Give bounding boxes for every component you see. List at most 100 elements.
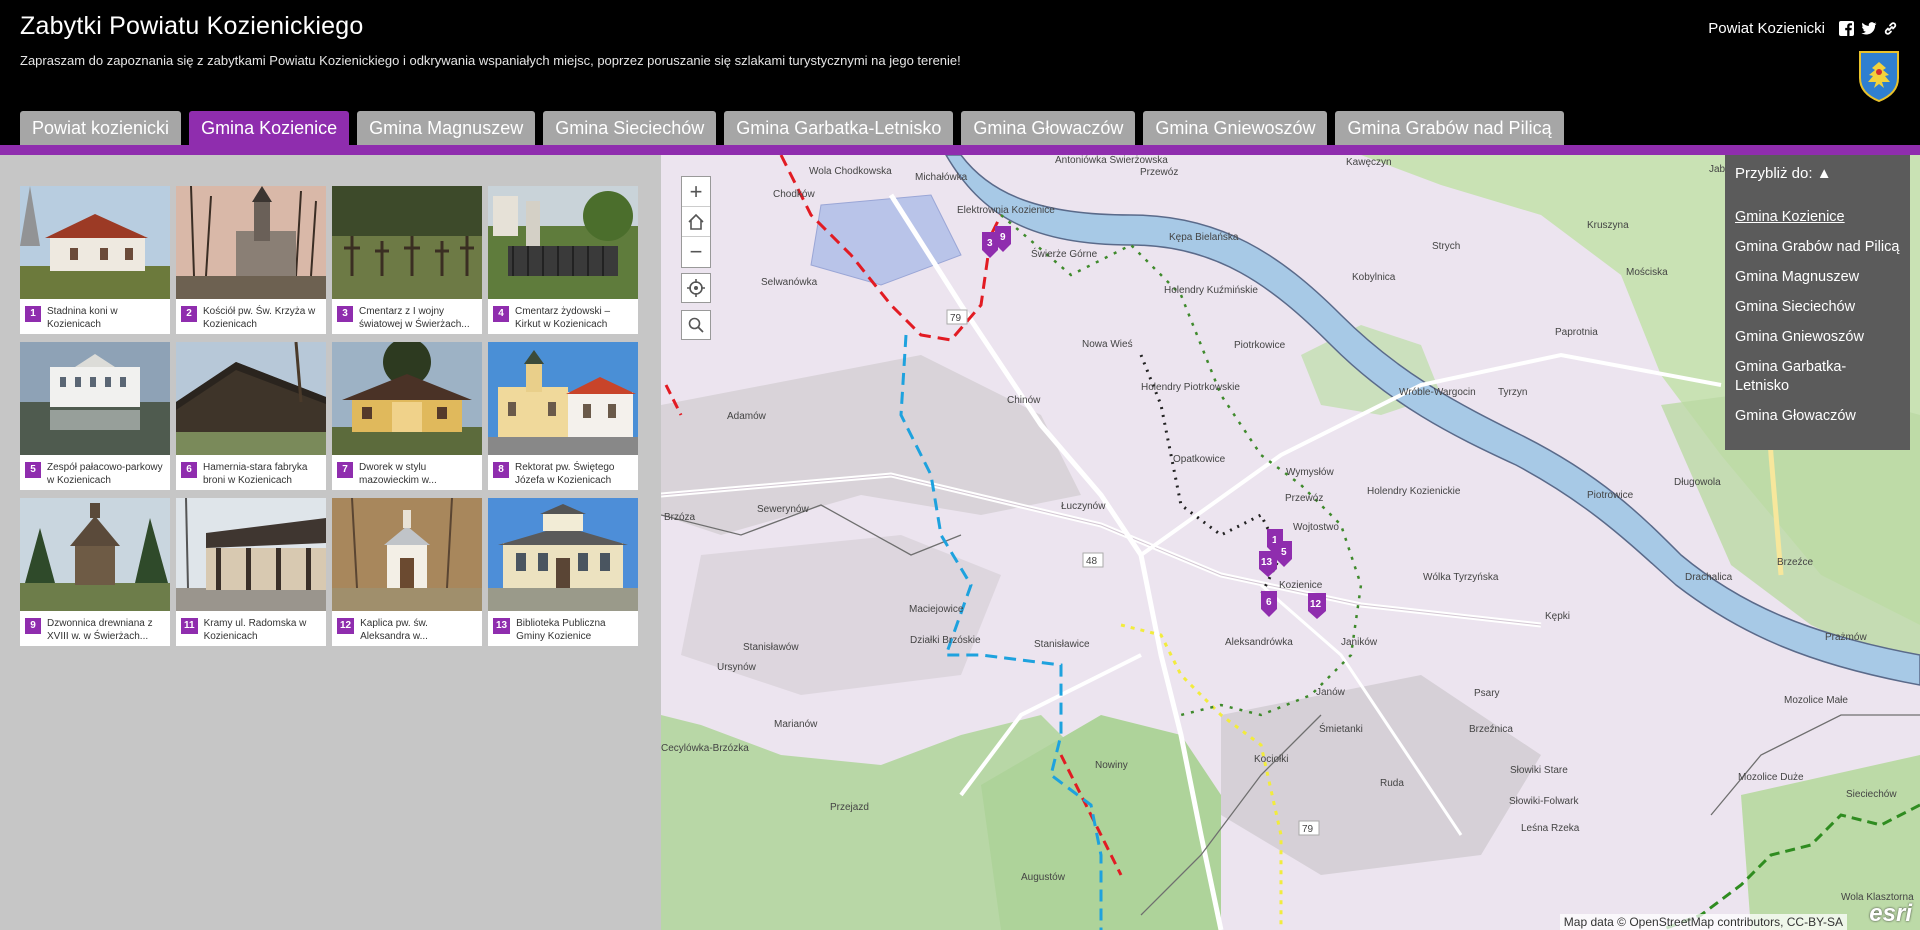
zoom-to-list: Gmina Kozienice Gmina Grabów nad Pilicą … [1725, 182, 1910, 426]
zoom-to-heading[interactable]: Przybliż do: ▲ [1725, 155, 1910, 182]
monument-number: 1 [25, 306, 41, 322]
svg-text:Nowa Wieś: Nowa Wieś [1082, 339, 1133, 350]
map-marker[interactable]: 6 [1261, 591, 1277, 617]
monument-number: 11 [181, 618, 198, 634]
monument-label: Kaplica pw. św. Aleksandra w... [360, 618, 428, 642]
zoom-to-item[interactable]: Gmina Sieciechów [1735, 298, 1900, 317]
svg-text:Kawęczyn: Kawęczyn [1346, 157, 1392, 168]
gallery-card[interactable]: 5 Zespół pałacowo-parkowy w Kozienicach [20, 342, 170, 490]
monument-photo [176, 186, 326, 299]
gallery-card[interactable]: 12 Kaplica pw. św. Aleksandra w... [332, 498, 482, 646]
svg-text:Brzeźce: Brzeźce [1777, 557, 1814, 568]
zoom-in-button[interactable]: + [682, 177, 710, 207]
gallery-card[interactable]: 3 Cmentarz z I wojny światowej w Świerżac… [332, 186, 482, 334]
esri-logo: esri [1869, 900, 1912, 927]
page-subtitle: Zapraszam do zapoznania się z zabytkami … [20, 53, 961, 68]
zoom-to-item[interactable]: Gmina Gniewoszów [1735, 328, 1900, 347]
monument-label: Stadnina koni w Kozienicach [47, 306, 118, 330]
svg-text:Mozolice Małe: Mozolice Małe [1784, 695, 1848, 706]
monument-label: Zespół pałacowo-parkowy w Kozienicach [47, 462, 163, 486]
svg-text:3: 3 [987, 238, 993, 249]
svg-text:13: 13 [1261, 557, 1273, 568]
gallery-card[interactable]: 7 Dworek w stylu mazowieckim w... [332, 342, 482, 490]
svg-text:Brzóza: Brzóza [664, 512, 696, 523]
facebook-icon[interactable] [1839, 21, 1854, 36]
monument-number: 6 [181, 462, 197, 478]
gallery-card[interactable]: 1 Stadnina koni w Kozienicach [20, 186, 170, 334]
svg-text:Leśna Rzeka: Leśna Rzeka [1521, 823, 1580, 834]
monument-number: 8 [493, 462, 509, 478]
tab-gmina-kozienice[interactable]: Gmina Kozienice [189, 111, 350, 145]
gallery-card[interactable]: 6 Hamernia-stara fabryka broni w Kozienic… [176, 342, 326, 490]
svg-text:Przejazd: Przejazd [830, 802, 869, 813]
tab-gmina-magnuszew[interactable]: Gmina Magnuszew [357, 111, 536, 145]
locate-button[interactable] [681, 273, 711, 303]
zoom-out-button[interactable]: − [682, 237, 710, 267]
svg-text:Paprotnia: Paprotnia [1555, 327, 1598, 338]
monument-photo [20, 186, 170, 299]
monument-label: Kramy ul. Radomska w Kozienicach [203, 618, 307, 642]
zoom-to-item[interactable]: Gmina Kozienice [1735, 208, 1900, 227]
svg-text:79: 79 [1302, 824, 1314, 835]
monument-label: Kościół pw. Św. Krzyża w Kozienicach [203, 306, 316, 330]
svg-text:Sewerynów: Sewerynów [757, 504, 809, 515]
zoom-to-item[interactable]: Gmina Głowaczów [1735, 407, 1900, 426]
search-button[interactable] [681, 310, 711, 340]
map-view[interactable]: 79 48 801 79 Wola Chodkowska Michałówka … [661, 155, 1920, 930]
map-marker[interactable]: 5 [1276, 541, 1292, 567]
svg-text:Piotrkowice: Piotrkowice [1234, 340, 1286, 351]
org-link[interactable]: Powiat Kozienicki [1708, 20, 1825, 37]
tab-gmina-garbatka-letnisko[interactable]: Gmina Garbatka-Letnisko [724, 111, 954, 145]
tab-powiat-kozienicki[interactable]: Powiat kozienicki [20, 111, 182, 145]
monument-photo [176, 498, 326, 611]
svg-text:Mozolice Duże: Mozolice Duże [1738, 772, 1804, 783]
gallery-card[interactable]: 11 Kramy ul. Radomska w Kozienicach [176, 498, 326, 646]
monument-label: Dzwonnica drewniana z XVIII w. w Świerża… [47, 618, 153, 642]
svg-text:Słowiki-Folwark: Słowiki-Folwark [1509, 796, 1579, 807]
svg-text:9: 9 [1000, 232, 1006, 243]
monument-number: 2 [181, 306, 197, 322]
zoom-to-item[interactable]: Gmina Magnuszew [1735, 268, 1900, 287]
svg-text:Ruda: Ruda [1380, 778, 1404, 789]
search-icon [688, 317, 704, 333]
header-links: Powiat Kozienicki [1708, 20, 1898, 37]
twitter-icon[interactable] [1861, 21, 1877, 36]
monument-photo [488, 186, 638, 299]
monument-number: 13 [493, 618, 511, 634]
monument-photo [488, 342, 638, 455]
svg-text:Janików: Janików [1341, 637, 1378, 648]
monument-photo [332, 186, 482, 299]
svg-text:Wróble-Wargocin: Wróble-Wargocin [1399, 387, 1476, 398]
gallery-card[interactable]: 4 Cmentarz żydowski – Kirkut w Kozienicac… [488, 186, 638, 334]
monument-photo [20, 342, 170, 455]
tab-gmina-glowaczow[interactable]: Gmina Głowaczów [961, 111, 1136, 145]
svg-text:Prażmów: Prażmów [1825, 632, 1867, 643]
svg-text:Brzeźnica: Brzeźnica [1469, 724, 1513, 735]
svg-text:Przewóz: Przewóz [1285, 493, 1323, 504]
tab-gmina-grabow-nad-pilica[interactable]: Gmina Grabów nad Pilicą [1335, 111, 1564, 145]
map-attribution: Map data © OpenStreetMap contributors, C… [1559, 914, 1847, 930]
svg-text:Kociołki: Kociołki [1254, 754, 1288, 765]
zoom-to-item[interactable]: Gmina Grabów nad Pilicą [1735, 238, 1900, 257]
gallery-card[interactable]: 8 Rektorat pw. Świętego Józefa w Kozienic… [488, 342, 638, 490]
locate-icon [687, 279, 705, 297]
monument-number: 9 [25, 618, 41, 634]
gallery-grid: 1 Stadnina koni w Kozienicach 2 Kościół pw… [20, 186, 638, 646]
svg-text:12: 12 [1310, 599, 1322, 610]
gallery-card[interactable]: 13 Biblioteka Publiczna Gminy Kozienice [488, 498, 638, 646]
gallery-card[interactable]: 9 Dzwonnica drewniana z XVIII w. w Świerż… [20, 498, 170, 646]
coat-of-arms-logo [1858, 50, 1900, 103]
zoom-to-item[interactable]: Gmina Garbatka-Letnisko [1735, 358, 1900, 396]
svg-text:Antoniówka Świerżowska: Antoniówka Świerżowska [1055, 155, 1168, 166]
tab-gmina-gniewoszow[interactable]: Gmina Gniewoszów [1143, 111, 1328, 145]
svg-text:6: 6 [1266, 597, 1272, 608]
svg-text:79: 79 [950, 313, 962, 324]
map-marker[interactable]: 13 [1259, 551, 1277, 577]
svg-text:Michałówka: Michałówka [915, 172, 968, 183]
monument-label: Cmentarz żydowski – Kirkut w Kozienicach [515, 306, 611, 330]
tab-gmina-sieciechow[interactable]: Gmina Sieciechów [543, 111, 717, 145]
map-marker[interactable]: 12 [1308, 593, 1326, 619]
home-button[interactable] [682, 207, 710, 237]
gallery-card[interactable]: 2 Kościół pw. Św. Krzyża w Kozienicach [176, 186, 326, 334]
link-icon[interactable] [1883, 21, 1898, 36]
